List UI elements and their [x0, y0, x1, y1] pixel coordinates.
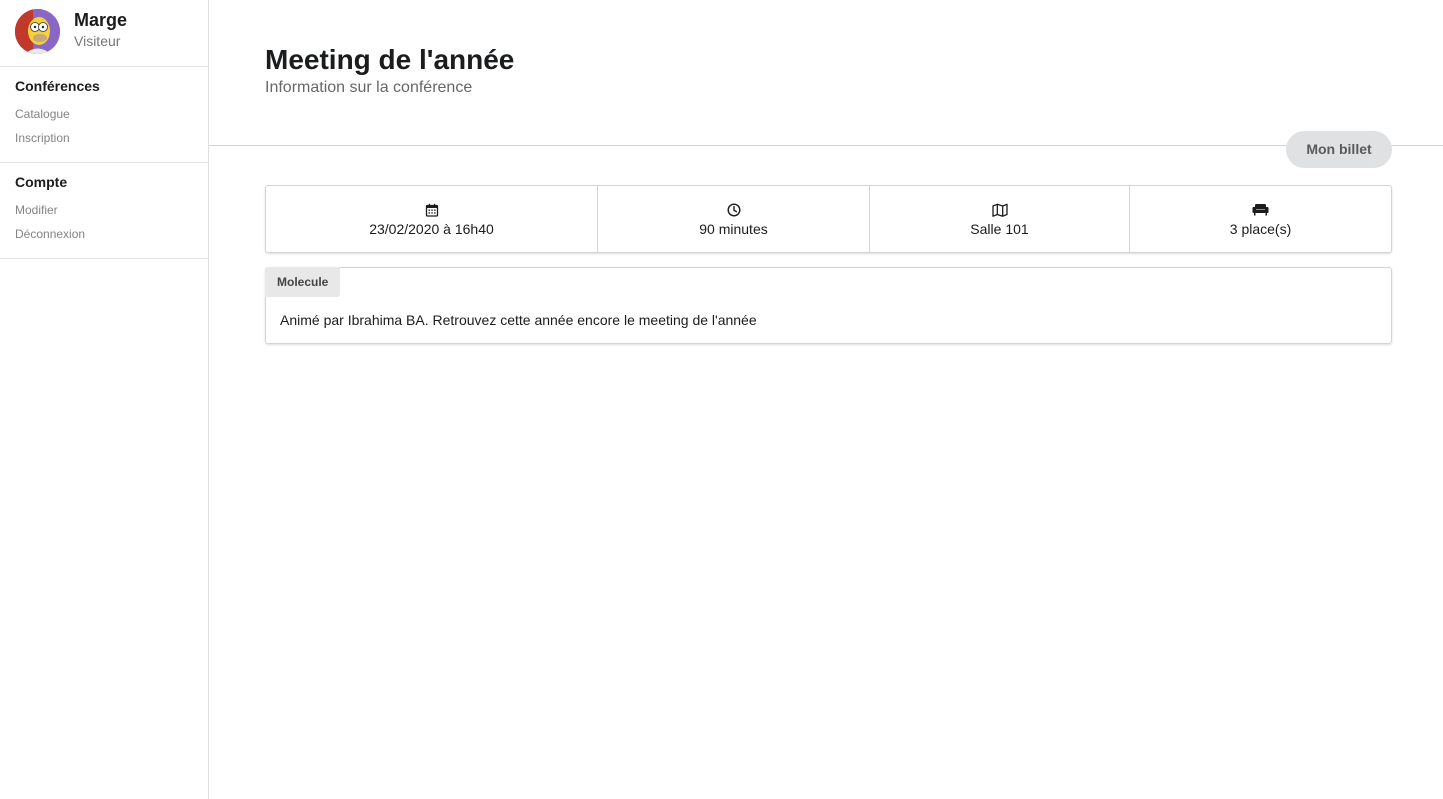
clock-icon — [726, 202, 741, 218]
conference-stats: 23/02/2020 à 16h40 90 minutes Salle 101 — [265, 185, 1392, 253]
couch-icon — [1252, 202, 1269, 218]
menu-header-conferences: Conférences — [15, 78, 100, 94]
menu-item-modifier[interactable]: Modifier — [15, 198, 193, 222]
stat-room: Salle 101 — [870, 186, 1130, 252]
menu-item-catalogue[interactable]: Catalogue — [15, 102, 193, 126]
menu-section-compte: Compte Modifier Déconnexion — [0, 163, 208, 259]
user-profile: Marge Visiteur — [0, 0, 208, 67]
menu-item-deconnexion[interactable]: Déconnexion — [15, 222, 193, 246]
sidebar: Marge Visiteur Conférences Catalogue Ins… — [0, 0, 209, 799]
category-label: Molecule — [265, 267, 341, 297]
stat-seats-value: 3 place(s) — [1229, 220, 1292, 237]
page-title: Meeting de l'année — [265, 44, 515, 75]
stat-date-value: 23/02/2020 à 16h40 — [369, 220, 494, 237]
page-subtitle: Information sur la conférence — [265, 79, 473, 96]
menu-item-inscription[interactable]: Inscription — [15, 126, 193, 150]
avatar-image — [15, 9, 60, 54]
menu-section-conferences: Conférences Catalogue Inscription — [0, 67, 208, 163]
stat-room-value: Salle 101 — [970, 220, 1029, 237]
main-content: Meeting de l'année Information sur la co… — [209, 0, 1443, 799]
description-text: Animé par Ibrahima BA. Retrouvez cette a… — [280, 312, 757, 328]
stat-duration-value: 90 minutes — [699, 220, 768, 237]
avatar[interactable] — [15, 9, 60, 54]
stat-seats: 3 place(s) — [1130, 186, 1391, 252]
user-name: Marge — [74, 10, 128, 30]
stat-duration: 90 minutes — [598, 186, 870, 252]
description-card: Molecule Animé par Ibrahima BA. Retrouve… — [265, 267, 1392, 344]
map-icon — [991, 202, 1008, 218]
my-ticket-button[interactable]: Mon billet — [1286, 131, 1392, 168]
menu-header-compte: Compte — [15, 174, 68, 190]
stat-date: 23/02/2020 à 16h40 — [266, 186, 598, 252]
calendar-icon — [425, 202, 439, 218]
user-role: Visiteur — [74, 33, 121, 49]
page-header: Meeting de l'année Information sur la co… — [209, 0, 1443, 146]
